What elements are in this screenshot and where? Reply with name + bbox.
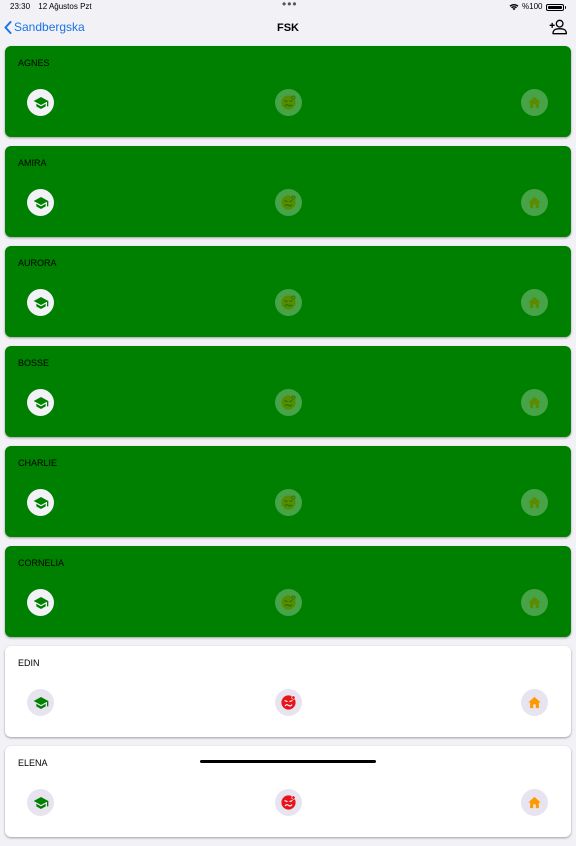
home-indicator[interactable] — [200, 760, 376, 763]
sick-button[interactable] — [275, 89, 302, 116]
home-icon — [527, 795, 542, 810]
student-list: AGNES AMIRA AURORA BOSSE CHARLIE CORNELIA EDIN… — [5, 46, 571, 846]
student-card[interactable]: CORNELIA — [5, 546, 571, 637]
battery-tip — [564, 5, 566, 9]
sick-button[interactable] — [275, 789, 302, 816]
status-right: %100 — [509, 0, 566, 14]
sick-button[interactable] — [275, 189, 302, 216]
school-button[interactable] — [27, 389, 54, 416]
school-button[interactable] — [27, 589, 54, 616]
student-name: AMIRA — [18, 158, 47, 168]
multitasking-dots[interactable]: ••• — [282, 0, 298, 11]
school-button[interactable] — [27, 89, 54, 116]
school-button[interactable] — [27, 689, 54, 716]
school-icon — [33, 595, 49, 611]
sick-icon — [280, 94, 297, 111]
school-button[interactable] — [27, 289, 54, 316]
sick-icon — [280, 194, 297, 211]
school-icon — [33, 495, 49, 511]
student-name: CHARLIE — [18, 458, 58, 468]
school-icon — [33, 195, 49, 211]
student-card[interactable]: AURORA — [5, 246, 571, 337]
home-icon — [527, 395, 542, 410]
school-button[interactable] — [27, 789, 54, 816]
page-title: FSK — [277, 22, 299, 34]
nav-bar: Sandbergska FSK — [0, 14, 576, 44]
school-icon — [33, 795, 49, 811]
add-person-button[interactable] — [548, 17, 568, 42]
home-button[interactable] — [521, 389, 548, 416]
school-icon — [33, 95, 49, 111]
school-icon — [33, 695, 49, 711]
home-button[interactable] — [521, 689, 548, 716]
school-icon — [33, 395, 49, 411]
student-name: CORNELIA — [18, 558, 65, 568]
sick-button[interactable] — [275, 589, 302, 616]
home-icon — [527, 495, 542, 510]
school-button[interactable] — [27, 489, 54, 516]
student-card[interactable]: EDIN — [5, 646, 571, 737]
wifi-icon — [509, 3, 519, 11]
home-icon — [527, 695, 542, 710]
student-name: ELENA — [18, 758, 48, 768]
home-button[interactable] — [521, 489, 548, 516]
status-bar: 23:30 12 Ağustos Pzt ••• %100 — [0, 0, 576, 14]
sick-icon — [280, 694, 297, 711]
student-card[interactable]: AMIRA — [5, 146, 571, 237]
home-button[interactable] — [521, 89, 548, 116]
sick-button[interactable] — [275, 489, 302, 516]
home-button[interactable] — [521, 189, 548, 216]
home-icon — [527, 595, 542, 610]
student-name: AURORA — [18, 258, 57, 268]
sick-icon — [280, 394, 297, 411]
sick-icon — [280, 794, 297, 811]
status-date: 12 Ağustos Pzt — [38, 2, 92, 11]
student-card[interactable]: CHARLIE — [5, 446, 571, 537]
home-button[interactable] — [521, 289, 548, 316]
home-icon — [527, 95, 542, 110]
sick-icon — [280, 494, 297, 511]
status-time: 23:30 — [10, 2, 31, 11]
home-button[interactable] — [521, 789, 548, 816]
student-name: AGNES — [18, 58, 50, 68]
sick-icon — [280, 294, 297, 311]
home-icon — [527, 195, 542, 210]
status-left: 23:30 12 Ağustos Pzt — [10, 0, 98, 14]
school-button[interactable] — [27, 189, 54, 216]
home-button[interactable] — [521, 589, 548, 616]
sick-button[interactable] — [275, 289, 302, 316]
sick-button[interactable] — [275, 389, 302, 416]
sick-button[interactable] — [275, 689, 302, 716]
student-name: BOSSE — [18, 358, 50, 368]
battery-percent: %100 — [522, 2, 543, 11]
home-icon — [527, 295, 542, 310]
sick-icon — [280, 594, 297, 611]
school-icon — [33, 295, 49, 311]
add-person-icon — [549, 19, 567, 35]
student-name: EDIN — [18, 658, 40, 668]
battery-icon — [545, 3, 564, 11]
student-card[interactable]: BOSSE — [5, 346, 571, 437]
student-card[interactable]: AGNES — [5, 46, 571, 137]
